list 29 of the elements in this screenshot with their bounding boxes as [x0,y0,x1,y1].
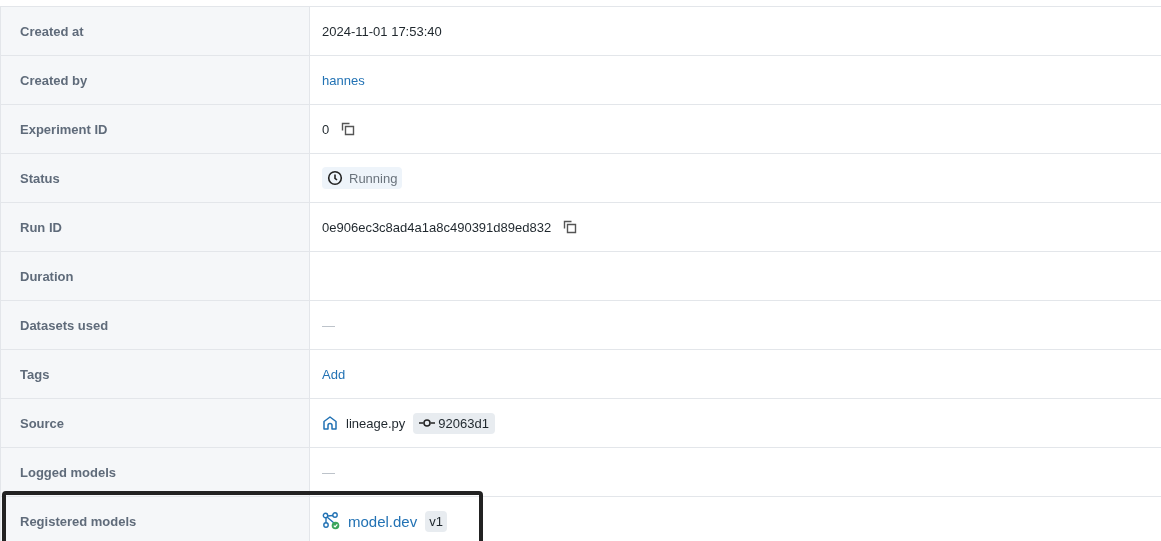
row-label: Experiment ID [20,121,108,137]
home-icon [322,415,338,431]
value-text: 0 [322,121,330,137]
copy-icon[interactable] [341,122,356,136]
empty-dash: — [322,317,335,333]
row-label: Registered models [20,513,137,529]
value-text: 2024-11-01 17:53:40 [322,23,442,39]
row-label: Created by [20,72,88,88]
value-link[interactable]: hannes [322,72,365,88]
row-label: Source [20,415,65,431]
copy-icon[interactable] [563,220,578,234]
empty-dash: — [322,464,335,480]
status-text: Running [349,170,398,186]
row-label: Datasets used [20,317,109,333]
source-name: lineage.py [346,415,406,431]
model-link[interactable]: model.dev [348,512,418,530]
value-link[interactable]: Add [322,366,346,382]
row-label: Status [20,170,60,186]
row-label: Tags [20,366,50,382]
row-label: Run ID [20,219,62,235]
model-icon [322,512,340,530]
row-label: Created at [20,23,84,39]
value-text: 0e906ec3c8ad4a1a8c490391d89ed832 [322,219,552,235]
commit-hash: 92063d1 [438,415,489,431]
clock-icon [327,170,343,186]
commit-icon [419,418,436,428]
row-label: Duration [20,268,74,284]
version-tag: v1 [425,510,447,532]
row-label: Logged models [20,464,117,480]
